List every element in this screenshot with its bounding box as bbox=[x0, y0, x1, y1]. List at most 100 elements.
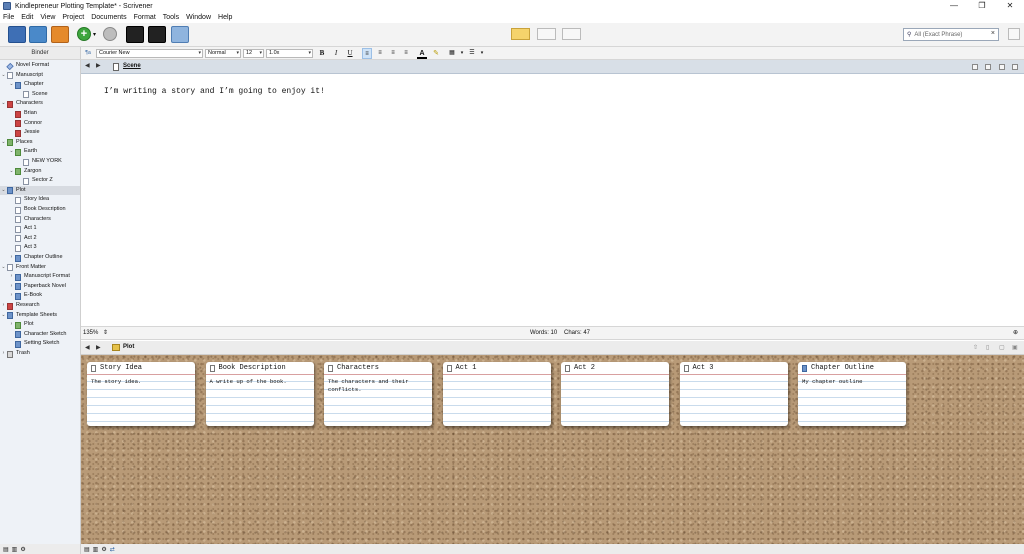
card-header[interactable]: Story Idea bbox=[87, 362, 195, 375]
chevron-down-icon[interactable]: ⌄ bbox=[1, 186, 6, 196]
chevron-down-icon[interactable]: ⌄ bbox=[9, 80, 14, 90]
index-card[interactable]: Act 1 bbox=[442, 362, 551, 426]
highlight-icon[interactable]: ✎ bbox=[431, 48, 441, 59]
card-header[interactable]: Act 1 bbox=[442, 362, 551, 375]
chevron-down-icon[interactable]: ⌄ bbox=[9, 147, 14, 157]
card-synopsis[interactable]: A write up of the book. bbox=[205, 375, 314, 426]
list-icon[interactable]: ☰ bbox=[467, 48, 477, 59]
font-size-select[interactable]: 12 bbox=[243, 49, 264, 58]
chevron-right-icon[interactable]: › bbox=[9, 282, 14, 292]
clear-search-button[interactable]: × bbox=[991, 30, 995, 37]
index-card[interactable]: Chapter Outline My chapter outline bbox=[798, 362, 906, 426]
card-title[interactable]: Chapter Outline bbox=[811, 364, 874, 372]
binder-item[interactable]: ⌄ Front Matter bbox=[0, 263, 80, 273]
binder-item[interactable]: Connor bbox=[0, 119, 80, 129]
sync-icon[interactable] bbox=[51, 26, 69, 43]
card-synopsis[interactable]: My chapter outline bbox=[798, 375, 906, 426]
forward-arrow-icon[interactable]: ▶ bbox=[96, 62, 101, 69]
text-editor[interactable]: I’m writing a story and I’m going to enj… bbox=[81, 74, 1024, 326]
gear-icon[interactable]: ⚙ bbox=[101, 546, 106, 553]
index-card[interactable]: Story Idea The story idea. bbox=[87, 362, 195, 426]
menu-tools[interactable]: Tools bbox=[163, 14, 179, 21]
zoom-stepper-icon[interactable]: ⇕ bbox=[103, 327, 108, 340]
restore-button[interactable]: ❐ bbox=[968, 0, 996, 12]
table-icon[interactable]: ▦ bbox=[447, 48, 457, 59]
chevron-down-icon[interactable]: ⌄ bbox=[1, 71, 6, 81]
quick-reference-icon[interactable] bbox=[1008, 28, 1020, 40]
gear-icon[interactable]: ⚙ bbox=[20, 546, 25, 553]
binder-item[interactable]: Jessie bbox=[0, 128, 80, 138]
add-doc-icon[interactable]: ▤ bbox=[84, 546, 90, 553]
chevron-right-icon[interactable]: › bbox=[9, 320, 14, 330]
binder-item[interactable]: Act 1 bbox=[0, 224, 80, 234]
index-card[interactable]: Characters The characters and their confl… bbox=[324, 362, 432, 426]
binder-item[interactable]: Story Idea bbox=[0, 195, 80, 205]
binder-item[interactable]: ⌄ Characters bbox=[0, 99, 80, 109]
chevron-right-icon[interactable]: › bbox=[9, 291, 14, 301]
split-icon[interactable] bbox=[999, 64, 1005, 70]
chevron-down-icon[interactable]: ⌄ bbox=[1, 311, 6, 321]
italic-button[interactable]: I bbox=[331, 48, 341, 59]
card-title[interactable]: Act 2 bbox=[574, 364, 595, 372]
card-header[interactable]: Characters bbox=[324, 362, 432, 375]
align-left-icon[interactable]: ≡ bbox=[362, 48, 372, 59]
text-color-icon[interactable]: A bbox=[417, 48, 427, 59]
index-card[interactable]: Act 2 bbox=[561, 362, 669, 426]
font-family-select[interactable]: Courier New bbox=[96, 49, 203, 58]
binder-item[interactable]: Act 2 bbox=[0, 234, 80, 244]
close-window-button[interactable]: ✕ bbox=[996, 0, 1024, 12]
card-synopsis[interactable] bbox=[442, 375, 551, 426]
binder-item[interactable]: ⌄ Zargon bbox=[0, 167, 80, 177]
folder-icon[interactable] bbox=[29, 26, 47, 43]
zoom-level[interactable]: 135% bbox=[83, 327, 98, 340]
card-title[interactable]: Act 3 bbox=[693, 364, 714, 372]
lock-icon[interactable] bbox=[972, 64, 978, 70]
binder-item[interactable]: Setting Sketch bbox=[0, 339, 80, 349]
binder-item[interactable]: Book Description bbox=[0, 205, 80, 215]
add-folder-icon[interactable]: ▥ bbox=[12, 546, 18, 553]
menu-project[interactable]: Project bbox=[62, 14, 84, 21]
view-mode-document-icon[interactable] bbox=[511, 28, 530, 40]
editor-text[interactable]: I’m writing a story and I’m going to enj… bbox=[104, 87, 325, 96]
card-synopsis[interactable] bbox=[679, 375, 788, 426]
card-header[interactable]: Book Description bbox=[205, 362, 314, 375]
chevron-down-icon[interactable]: ⌄ bbox=[1, 263, 6, 273]
inspector-icon[interactable] bbox=[148, 26, 166, 43]
back-arrow-icon[interactable]: ◀ bbox=[85, 62, 90, 69]
compile-icon[interactable] bbox=[171, 26, 189, 43]
card-synopsis[interactable]: The story idea. bbox=[87, 375, 195, 426]
binder-item[interactable]: Character Sketch bbox=[0, 330, 80, 340]
target-icon[interactable]: ⊕ bbox=[1013, 327, 1018, 340]
binder-item[interactable]: Scene bbox=[0, 90, 80, 100]
card-synopsis[interactable]: The characters and their conflicts. bbox=[324, 375, 432, 426]
close-split-icon[interactable]: ▣ bbox=[1012, 344, 1018, 351]
add-icon[interactable]: + bbox=[77, 27, 91, 41]
lock-icon[interactable]: ⇧ bbox=[973, 344, 978, 351]
menu-view[interactable]: View bbox=[40, 14, 55, 21]
keywords-icon[interactable] bbox=[126, 26, 144, 43]
binder-item[interactable]: › Chapter Outline bbox=[0, 253, 80, 263]
binder-item[interactable]: › Paperback Novel bbox=[0, 282, 80, 292]
binder-item[interactable]: Novel Format bbox=[0, 61, 80, 71]
font-style-select[interactable]: Normal bbox=[205, 49, 241, 58]
card-synopsis[interactable] bbox=[561, 375, 669, 426]
chevron-down-icon[interactable]: ▾ bbox=[457, 48, 467, 59]
bookmark-icon[interactable]: ▯ bbox=[986, 344, 989, 351]
bookmark-icon[interactable] bbox=[985, 64, 991, 70]
align-justify-icon[interactable]: ≡ bbox=[401, 48, 411, 59]
card-title[interactable]: Characters bbox=[337, 364, 379, 372]
chevron-down-icon[interactable]: ⌄ bbox=[9, 167, 14, 177]
view-mode-corkboard-icon[interactable] bbox=[537, 28, 556, 40]
add-doc-icon[interactable]: ▤ bbox=[3, 546, 9, 553]
binder-item[interactable]: Sector Z bbox=[0, 176, 80, 186]
binder-toggle-icon[interactable] bbox=[8, 26, 26, 43]
binder-item[interactable]: ⌄ Plot bbox=[0, 185, 80, 196]
binder-item[interactable]: ⌄ Earth bbox=[0, 147, 80, 157]
card-title[interactable]: Story Idea bbox=[100, 364, 142, 372]
chevron-right-icon[interactable]: › bbox=[9, 253, 14, 263]
binder-item[interactable]: NEW YORK bbox=[0, 157, 80, 167]
arrange-icon[interactable]: ⇄ bbox=[110, 546, 115, 553]
binder-item[interactable]: › Research bbox=[0, 301, 80, 311]
binder-item[interactable]: › Manuscript Format bbox=[0, 272, 80, 282]
menu-help[interactable]: Help bbox=[218, 14, 232, 21]
